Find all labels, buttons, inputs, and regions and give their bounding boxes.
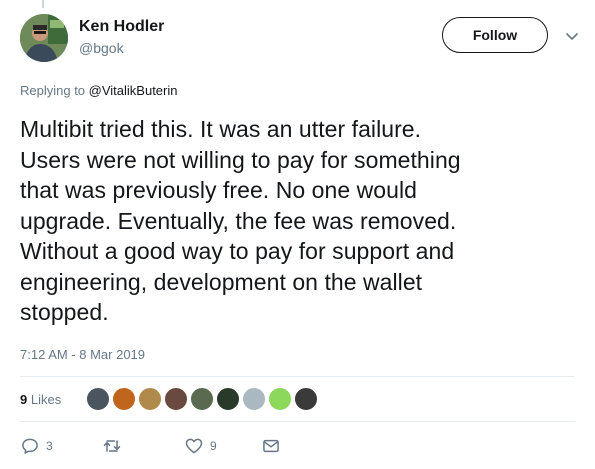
reply-button[interactable]: 3 bbox=[20, 432, 53, 460]
reply-mention-link[interactable]: @VitalikButerin bbox=[89, 83, 178, 98]
liker-avatar-1[interactable] bbox=[86, 387, 110, 411]
reply-count: 3 bbox=[46, 439, 53, 453]
like-count: 9 bbox=[210, 439, 217, 453]
liker-avatar-6[interactable] bbox=[216, 387, 240, 411]
liker-avatar-4[interactable] bbox=[164, 387, 188, 411]
divider bbox=[20, 376, 575, 377]
tweet-timestamp[interactable]: 7:12 AM - 8 Mar 2019 bbox=[20, 347, 145, 362]
tweet-line: that was previously free. No one would bbox=[20, 177, 417, 203]
tweet-line: Users were not willing to pay for someth… bbox=[20, 146, 461, 173]
tweet-line: stopped. bbox=[20, 299, 109, 325]
liker-avatar-9[interactable] bbox=[294, 387, 318, 411]
tweet-line: Without a good way to pay for support an… bbox=[20, 238, 455, 264]
like-button[interactable]: 9 bbox=[184, 432, 217, 460]
tweet-line: engineering, development on the wallet bbox=[20, 268, 423, 295]
reply-context: Replying to @VitalikButerin bbox=[20, 83, 178, 98]
tweet-line: Multibit tried this. It was an utter fai… bbox=[20, 116, 422, 142]
chevron-down-icon[interactable] bbox=[565, 32, 579, 42]
avatar-photo-icon bbox=[20, 14, 68, 62]
author-avatar[interactable] bbox=[20, 14, 68, 62]
liker-avatar-2[interactable] bbox=[112, 387, 136, 411]
tweet-actions: 3 9 bbox=[20, 432, 575, 460]
heart-icon bbox=[185, 438, 203, 454]
follow-button[interactable]: Follow bbox=[442, 17, 548, 53]
liker-avatar-7[interactable] bbox=[242, 387, 266, 411]
liker-avatar-8[interactable] bbox=[268, 387, 292, 411]
reply-icon bbox=[22, 438, 38, 454]
tweet-text: Multibit tried this. It was an utter fai… bbox=[20, 114, 575, 328]
author-handle[interactable]: @bgok bbox=[79, 40, 124, 56]
liker-avatar-5[interactable] bbox=[190, 387, 214, 411]
reply-context-prefix: Replying to bbox=[20, 83, 89, 98]
divider bbox=[20, 421, 575, 422]
likes-label: Likes bbox=[30, 392, 62, 407]
likes-row: 9 Likes bbox=[20, 383, 575, 415]
liker-avatar-3[interactable] bbox=[138, 387, 162, 411]
envelope-icon bbox=[263, 439, 279, 453]
retweet-icon bbox=[103, 440, 121, 452]
tweet-header: Ken Hodler @bgok Follow bbox=[20, 14, 580, 66]
likes-count: 9 bbox=[20, 392, 28, 407]
tweet-line: upgrade. Eventually, the fee was removed… bbox=[20, 207, 457, 234]
author-name[interactable]: Ken Hodler bbox=[79, 18, 164, 36]
retweet-button[interactable] bbox=[102, 432, 128, 460]
likes-summary[interactable]: 9 Likes bbox=[20, 392, 61, 407]
direct-message-button[interactable] bbox=[261, 432, 281, 460]
thread-connector-line bbox=[42, 0, 44, 8]
